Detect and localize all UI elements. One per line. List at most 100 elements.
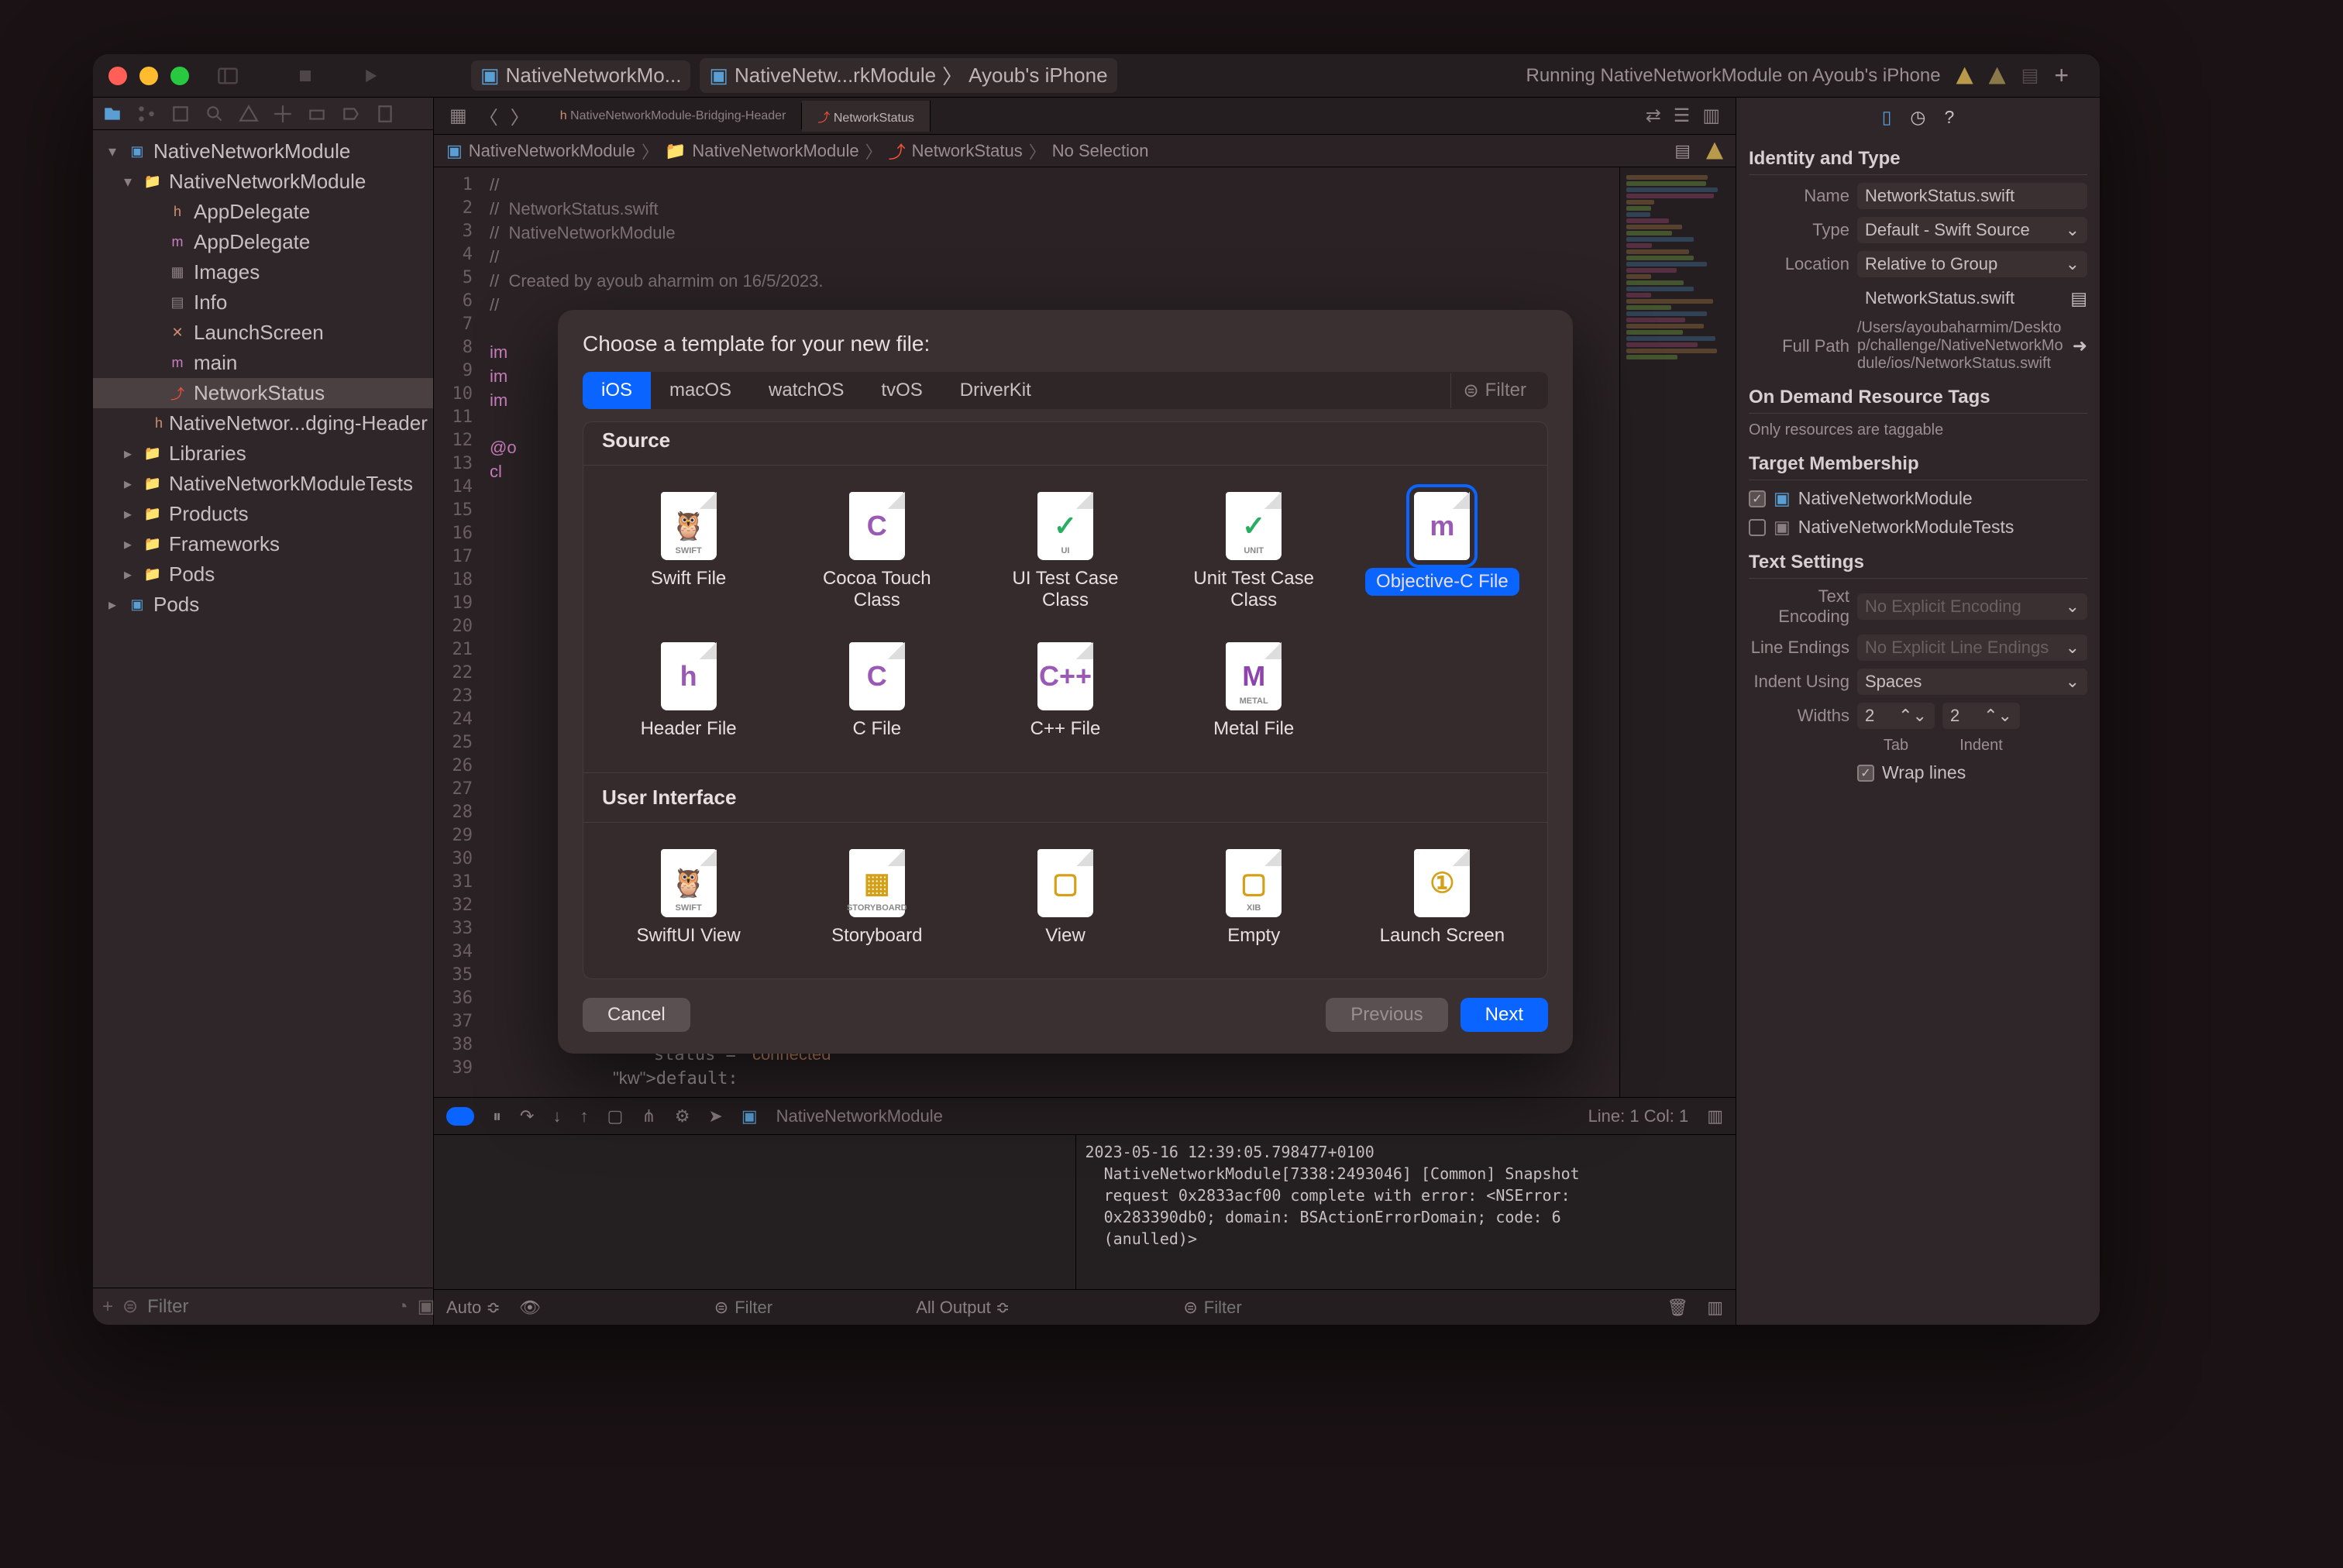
- tree-file[interactable]: ▤Info: [93, 287, 433, 318]
- template-unit-test-case-class[interactable]: ✓UNITUnit Test CaseClass: [1168, 484, 1340, 619]
- breakpoints-toggle[interactable]: [446, 1107, 474, 1126]
- template-c-file[interactable]: C++C++ File: [979, 634, 1151, 748]
- tree-group[interactable]: ▸📁Libraries: [93, 438, 433, 469]
- library-icon[interactable]: ▤: [2021, 64, 2039, 87]
- add-file-button[interactable]: +: [102, 1296, 113, 1318]
- indent-width-stepper[interactable]: 2⌃⌄: [1942, 703, 2020, 729]
- location-select[interactable]: Relative to Group⌄: [1857, 251, 2087, 277]
- line-endings-select[interactable]: No Explicit Line Endings⌄: [1857, 634, 2087, 661]
- stop-button[interactable]: [294, 65, 316, 87]
- template-empty[interactable]: ▢XIBEmpty: [1168, 841, 1340, 954]
- tree-file[interactable]: mmain: [93, 348, 433, 378]
- output-selector[interactable]: All Output ≎: [916, 1298, 1010, 1318]
- tree-group[interactable]: ▸📁Products: [93, 499, 433, 529]
- trash-icon[interactable]: 🗑: [1667, 1298, 1688, 1318]
- template-metal-file[interactable]: MMETALMetal File: [1168, 634, 1340, 748]
- tab-width-stepper[interactable]: 2⌃⌄: [1857, 703, 1935, 729]
- environment-icon[interactable]: ⚙: [675, 1106, 690, 1126]
- tree-group[interactable]: ▸📁NativeNetworkModuleTests: [93, 469, 433, 499]
- template-swift-file[interactable]: 🦉SWIFTSwift File: [602, 484, 775, 619]
- pause-button[interactable]: ⏸: [493, 1106, 501, 1126]
- test-navigator-icon[interactable]: [273, 104, 293, 124]
- scm-filter-icon[interactable]: ▣: [418, 1295, 435, 1318]
- tree-file[interactable]: hAppDelegate: [93, 197, 433, 227]
- tree-file[interactable]: hNativeNetwor...dging-Header: [93, 408, 433, 438]
- tree-group[interactable]: ▸📁Pods: [93, 559, 433, 590]
- template-cocoa-touch-class[interactable]: CCocoa TouchClass: [790, 484, 963, 619]
- hide-debug-icon[interactable]: ▥: [1707, 1106, 1723, 1126]
- editor-tab-inactive[interactable]: h NativeNetworkModule-Bridging-Header: [545, 103, 803, 129]
- platform-tab-watchos[interactable]: watchOS: [750, 372, 862, 409]
- tree-file[interactable]: ✕LaunchScreen: [93, 318, 433, 348]
- file-type-select[interactable]: Default - Swift Source⌄: [1857, 217, 2087, 243]
- template-storyboard[interactable]: ▦STORYBOARDStoryboard: [790, 841, 963, 954]
- template-swiftui-view[interactable]: 🦉SWIFTSwiftUI View: [602, 841, 775, 954]
- step-over-button[interactable]: ↷: [520, 1106, 534, 1126]
- back-button[interactable]: 〈: [480, 102, 498, 129]
- adjust-editor-icon[interactable]: ☰: [1674, 105, 1691, 127]
- close-window-button[interactable]: [108, 67, 127, 85]
- platform-tab-macos[interactable]: macOS: [651, 372, 750, 409]
- target-membership-row[interactable]: ▣NativeNetworkModuleTests: [1749, 517, 2087, 538]
- add-editor-icon[interactable]: ▥: [1702, 105, 1720, 127]
- template-objective-c-file[interactable]: mObjective-C File: [1356, 484, 1529, 619]
- template-ui-test-case-class[interactable]: ✓UIUI Test CaseClass: [979, 484, 1151, 619]
- tree-workspace[interactable]: ▸▣Pods: [93, 590, 433, 620]
- checkbox-on-icon[interactable]: ✓: [1749, 490, 1766, 507]
- editor-options-icon[interactable]: ⇄: [1646, 105, 1661, 127]
- template-filter[interactable]: ⊜Filter: [1450, 373, 1539, 408]
- template-c-file[interactable]: CC File: [790, 634, 963, 748]
- tree-file-selected[interactable]: ⤴NetworkStatus: [93, 378, 433, 408]
- memory-graph-icon[interactable]: ⋔: [642, 1106, 655, 1126]
- line-col-icon[interactable]: ▤: [1674, 141, 1691, 161]
- add-tab-button[interactable]: +: [2054, 61, 2069, 90]
- template-header-file[interactable]: hHeader File: [602, 634, 775, 748]
- bookmark-icon[interactable]: [170, 104, 191, 124]
- step-out-button[interactable]: ↑: [580, 1106, 588, 1126]
- tree-file[interactable]: ▦Images: [93, 257, 433, 287]
- template-view[interactable]: ▢View: [979, 841, 1151, 954]
- source-control-icon[interactable]: [136, 104, 157, 124]
- cancel-button[interactable]: Cancel: [583, 998, 690, 1032]
- related-items-icon[interactable]: ▦: [449, 105, 467, 127]
- variables-filter-input[interactable]: [735, 1298, 851, 1318]
- find-navigator-icon[interactable]: [205, 104, 225, 124]
- tree-root[interactable]: ▾▣NativeNetworkModule: [93, 136, 433, 167]
- warning-icon[interactable]: [1989, 67, 2006, 84]
- auto-variables-selector[interactable]: Auto ≎: [446, 1298, 501, 1318]
- recent-filter-icon[interactable]: ◔: [397, 1296, 408, 1318]
- location-icon[interactable]: ➤: [708, 1106, 722, 1126]
- editor-tab-active[interactable]: ⤴ NetworkStatus: [802, 101, 931, 132]
- file-inspector-icon[interactable]: ▯: [1882, 107, 1892, 128]
- platform-tab-tvos[interactable]: tvOS: [862, 372, 941, 409]
- warning-icon[interactable]: [1706, 143, 1723, 160]
- minimap[interactable]: [1619, 167, 1736, 1097]
- quicklook-icon[interactable]: 👁: [519, 1298, 541, 1318]
- tree-file[interactable]: mAppDelegate: [93, 227, 433, 257]
- target-membership-row[interactable]: ✓▣NativeNetworkModule: [1749, 488, 2087, 509]
- file-name-field[interactable]: NetworkStatus.swift: [1857, 183, 2087, 209]
- console-output[interactable]: 2023-05-16 12:39:05.798477+0100 NativeNe…: [1075, 1135, 1736, 1289]
- issue-navigator-icon[interactable]: [239, 104, 259, 124]
- warning-icon[interactable]: [1956, 67, 1973, 84]
- console-filter-input[interactable]: [1204, 1298, 1320, 1318]
- folder-icon[interactable]: ▤: [2070, 288, 2087, 309]
- next-button[interactable]: Next: [1461, 998, 1548, 1032]
- tree-folder[interactable]: ▾📁NativeNetworkModule: [93, 167, 433, 197]
- variables-view[interactable]: [434, 1135, 1075, 1289]
- scheme-selector[interactable]: ▣ NativeNetworkMo... ▣ NativeNetw...rkMo…: [471, 58, 1117, 93]
- navigator-filter-input[interactable]: [147, 1296, 387, 1318]
- history-inspector-icon[interactable]: ◷: [1910, 107, 1925, 128]
- zoom-window-button[interactable]: [170, 67, 189, 85]
- report-navigator-icon[interactable]: [375, 104, 395, 124]
- run-button[interactable]: [360, 65, 381, 87]
- encoding-select[interactable]: No Explicit Encoding⌄: [1857, 593, 2087, 620]
- platform-tab-ios[interactable]: iOS: [583, 372, 651, 409]
- minimize-window-button[interactable]: [139, 67, 158, 85]
- wrap-lines-checkbox[interactable]: ✓: [1857, 765, 1874, 782]
- step-into-button[interactable]: ↓: [552, 1106, 561, 1126]
- debug-navigator-icon[interactable]: [307, 104, 327, 124]
- project-navigator-icon[interactable]: [102, 104, 122, 124]
- template-launch-screen[interactable]: ①Launch Screen: [1356, 841, 1529, 954]
- platform-tab-driverkit[interactable]: DriverKit: [941, 372, 1050, 409]
